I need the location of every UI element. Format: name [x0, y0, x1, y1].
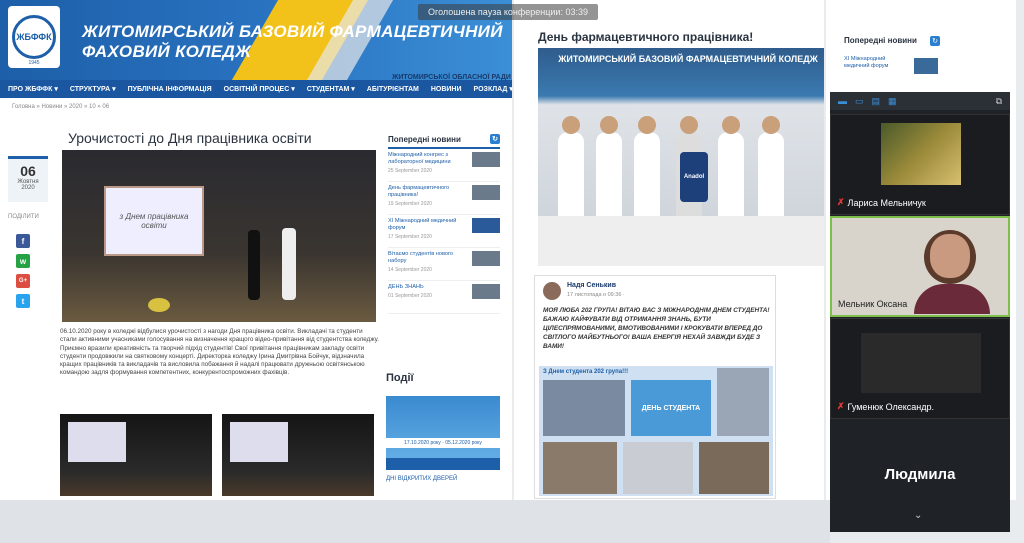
monitor-bezel-bottom — [0, 500, 830, 543]
participant-tile-active[interactable]: Мельник Оксана — [830, 216, 1010, 317]
college-website: ЖБФФК 1945 ЖИТОМИРСЬКИЙ БАЗОВИЙ ФАРМАЦЕВ… — [0, 0, 512, 500]
product-box: Anadol — [680, 152, 708, 202]
site-title-line2: ФАХОВИЙ КОЛЕДЖ — [82, 42, 252, 61]
gallery-photo-2[interactable] — [222, 414, 374, 496]
post-text: МОЯ ЛЮБА 202 ГРУПА! ВІТАЮ ВАС З МІЖНАРОД… — [543, 307, 770, 350]
events-banner[interactable]: 17.10.2020 року · 05.12.2020 року — [386, 396, 500, 470]
date-box: 06 Жовтня 2020 — [8, 156, 48, 202]
chevron-down-icon[interactable]: ⌄ — [914, 510, 922, 521]
view-icon[interactable]: ▭ — [855, 96, 864, 107]
site-title-line1: ЖИТОМИРСЬКИЙ БАЗОВИЙ ФАРМАЦЕВТИЧНИЙ — [82, 22, 503, 41]
speaker-view-icon[interactable]: ▤ — [872, 96, 881, 107]
sidebar-heading: Попередні новини — [388, 134, 461, 144]
zoom-participants-panel: ▬ ▭ ▤ ▦ ⧉ ✗ Лариса Мельничук Мельник Окса… — [830, 92, 1010, 532]
news-thumbnail[interactable] — [472, 218, 500, 233]
news-item[interactable]: Міжнародний конгрес з лабораторної медиц… — [388, 149, 500, 182]
share-label: ПОДІЛИТИ — [8, 214, 39, 220]
events-heading: Події — [386, 372, 414, 384]
avatar[interactable] — [543, 282, 561, 300]
post-meta: 17 листопада о 09:36 · — [567, 292, 625, 298]
main-nav: ПРО ЖБФФК ▾ СТРУКТУРА ▾ ПУБЛІЧНА ІНФОРМА… — [0, 80, 512, 98]
nav-item[interactable]: СТРУКТУРА ▾ — [70, 85, 116, 93]
pharmacy-day-photo[interactable]: ЖИТОМИРСЬКИЙ БАЗОВИЙ ФАРМАЦЕВТИЧНИЙ КОЛЕ… — [538, 48, 824, 266]
video-feed — [861, 333, 981, 393]
participant-tile[interactable]: ✗ Лариса Мельничук — [830, 114, 1010, 215]
news-thumbnail[interactable] — [914, 58, 938, 74]
news-item[interactable]: XI Міжнародний медичний форум — [844, 56, 910, 70]
participant-name-large: Людмила — [884, 466, 956, 483]
muted-mic-icon: ✗ — [837, 401, 845, 411]
nav-item[interactable]: ПУБЛІЧНА ІНФОРМАЦІЯ — [128, 86, 212, 93]
nav-item[interactable]: РОЗКЛАД ▾ — [474, 85, 512, 93]
open-days-link[interactable]: ДНІ ВІДКРИТИХ ДВЕРЕЙ — [386, 476, 457, 482]
news-item[interactable]: День фармацевтичного працівника! 19 Septe… — [388, 182, 500, 215]
muted-mic-icon: ✗ — [837, 197, 845, 207]
profile-picture — [881, 123, 961, 185]
zoom-pause-banner: Оголошена пауза конференции: 03:39 — [418, 4, 598, 20]
nav-item[interactable]: СТУДЕНТАМ ▾ — [307, 85, 355, 93]
previous-news-sidebar: Попередні новини ↻ Міжнародний конгрес з … — [388, 134, 500, 314]
nav-item[interactable]: ОСВІТНІЙ ПРОЦЕС ▾ — [224, 85, 295, 93]
refresh-icon[interactable]: ↻ — [490, 134, 500, 144]
nav-item[interactable]: АБІТУРІЄНТАМ — [367, 86, 419, 93]
article-text: 06.10.2020 року в коледжі відбулися уроч… — [60, 328, 379, 377]
refresh-icon[interactable]: ↻ — [930, 36, 940, 46]
nav-item[interactable]: НОВИНИ — [431, 86, 462, 93]
zoom-toolbar: ▬ ▭ ▤ ▦ ⧉ — [830, 92, 1010, 110]
monitor-screen: Оголошена пауза конференции: 03:39 ЖБФФК… — [0, 0, 1024, 543]
page-title: День фармацевтичного працівника! — [538, 30, 754, 44]
news-item[interactable]: ДЕНЬ ЗНАНЬ 01 September 2020 — [388, 281, 500, 314]
logo-emblem-icon: ЖБФФК — [12, 15, 56, 59]
minimize-icon[interactable]: ▬ — [838, 96, 847, 106]
expand-icon[interactable]: ⧉ — [996, 96, 1002, 107]
sidebar-heading: Попередні новини — [844, 36, 917, 45]
participant-tile[interactable]: ✗ Гуменюк Олександр. — [830, 318, 1010, 419]
site-subtitle: ЖИТОМИРСЬКОЇ ОБЛАСНОЇ РАДИ — [392, 74, 511, 81]
whatsapp-icon[interactable]: w — [16, 254, 30, 268]
google-plus-icon[interactable]: G+ — [16, 274, 30, 288]
news-thumbnail[interactable] — [472, 185, 500, 200]
post-author[interactable]: Надя Сенькив — [567, 282, 616, 289]
news-thumbnail[interactable] — [472, 152, 500, 167]
video-feed — [912, 228, 992, 314]
college-logo[interactable]: ЖБФФК 1945 — [8, 6, 60, 68]
news-item[interactable]: XI Міжнародний медичний форум 17 Septembe… — [388, 215, 500, 248]
gallery-photo-1[interactable] — [60, 414, 212, 496]
breadcrumb[interactable]: Головна » Новини » 2020 » 10 » 06 — [12, 104, 109, 110]
facebook-post: Надя Сенькив 17 листопада о 09:36 · МОЯ … — [534, 275, 776, 499]
facebook-icon[interactable]: f — [16, 234, 30, 248]
article-photo[interactable]: з Днем працівника освіти — [62, 150, 376, 322]
gallery-view-icon[interactable]: ▦ — [888, 96, 897, 107]
nav-item[interactable]: ПРО ЖБФФК ▾ — [8, 85, 58, 93]
news-thumbnail[interactable] — [472, 284, 500, 299]
college-banner: ЖИТОМИРСЬКИЙ БАЗОВИЙ ФАРМАЦЕВТИЧНИЙ КОЛЕ… — [558, 54, 818, 64]
news-thumbnail[interactable] — [472, 251, 500, 266]
article-title: Урочистості до Дня працівника освіти — [68, 130, 312, 146]
twitter-icon[interactable]: t — [16, 294, 30, 308]
news-item[interactable]: Вітаємо студентів нового набору 14 Septem… — [388, 248, 500, 281]
post-collage[interactable]: З Днем студента 202 група!!! ДЕНЬ СТУДЕН… — [539, 366, 773, 496]
